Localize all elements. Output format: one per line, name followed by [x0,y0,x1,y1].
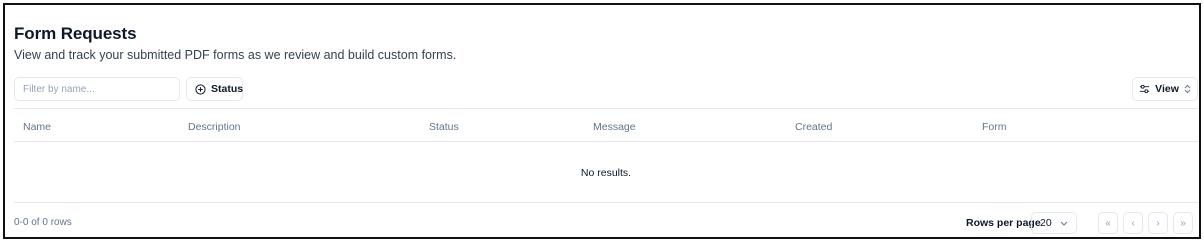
chevron-left-icon: ‹ [1131,217,1135,229]
page-subtitle: View and track your submitted PDF forms … [14,48,457,62]
empty-state-text: No results. [580,167,632,179]
column-header-form[interactable]: Form [982,121,1007,133]
page-title: Form Requests [14,24,137,43]
form-requests-panel: Form Requests View and track your submit… [3,3,1201,239]
plus-circle-icon [195,83,206,95]
column-header-status[interactable]: Status [429,121,459,133]
double-chevron-left-icon: « [1105,217,1111,229]
table-header: Name Description Status Message Created … [14,109,1198,142]
status-filter-button[interactable]: Status [186,77,243,101]
first-page-button[interactable]: « [1098,212,1118,234]
column-header-created[interactable]: Created [795,121,832,133]
previous-page-button[interactable]: ‹ [1123,212,1143,234]
chevron-updown-icon [1184,84,1191,94]
rows-per-page-label: Rows per page [966,217,1041,229]
column-header-description[interactable]: Description [188,121,241,133]
rows-per-page-value: 20 [1040,217,1052,229]
view-options-button[interactable]: View [1132,77,1198,101]
form-requests-table: Name Description Status Message Created … [14,108,1198,203]
column-header-message[interactable]: Message [593,121,636,133]
view-options-label: View [1155,83,1179,95]
double-chevron-right-icon: » [1180,217,1186,229]
last-page-button[interactable]: » [1173,212,1193,234]
rows-per-page-select[interactable]: 20 [1031,212,1077,234]
chevron-right-icon: › [1156,217,1160,229]
sliders-icon [1139,84,1150,94]
row-count-text: 0-0 of 0 rows [14,217,72,228]
status-filter-label: Status [211,83,244,95]
next-page-button[interactable]: › [1148,212,1168,234]
chevron-down-icon [1060,221,1068,226]
filter-by-name-input[interactable] [14,77,180,101]
column-header-name[interactable]: Name [23,121,51,133]
empty-state-row: No results. [14,142,1198,204]
